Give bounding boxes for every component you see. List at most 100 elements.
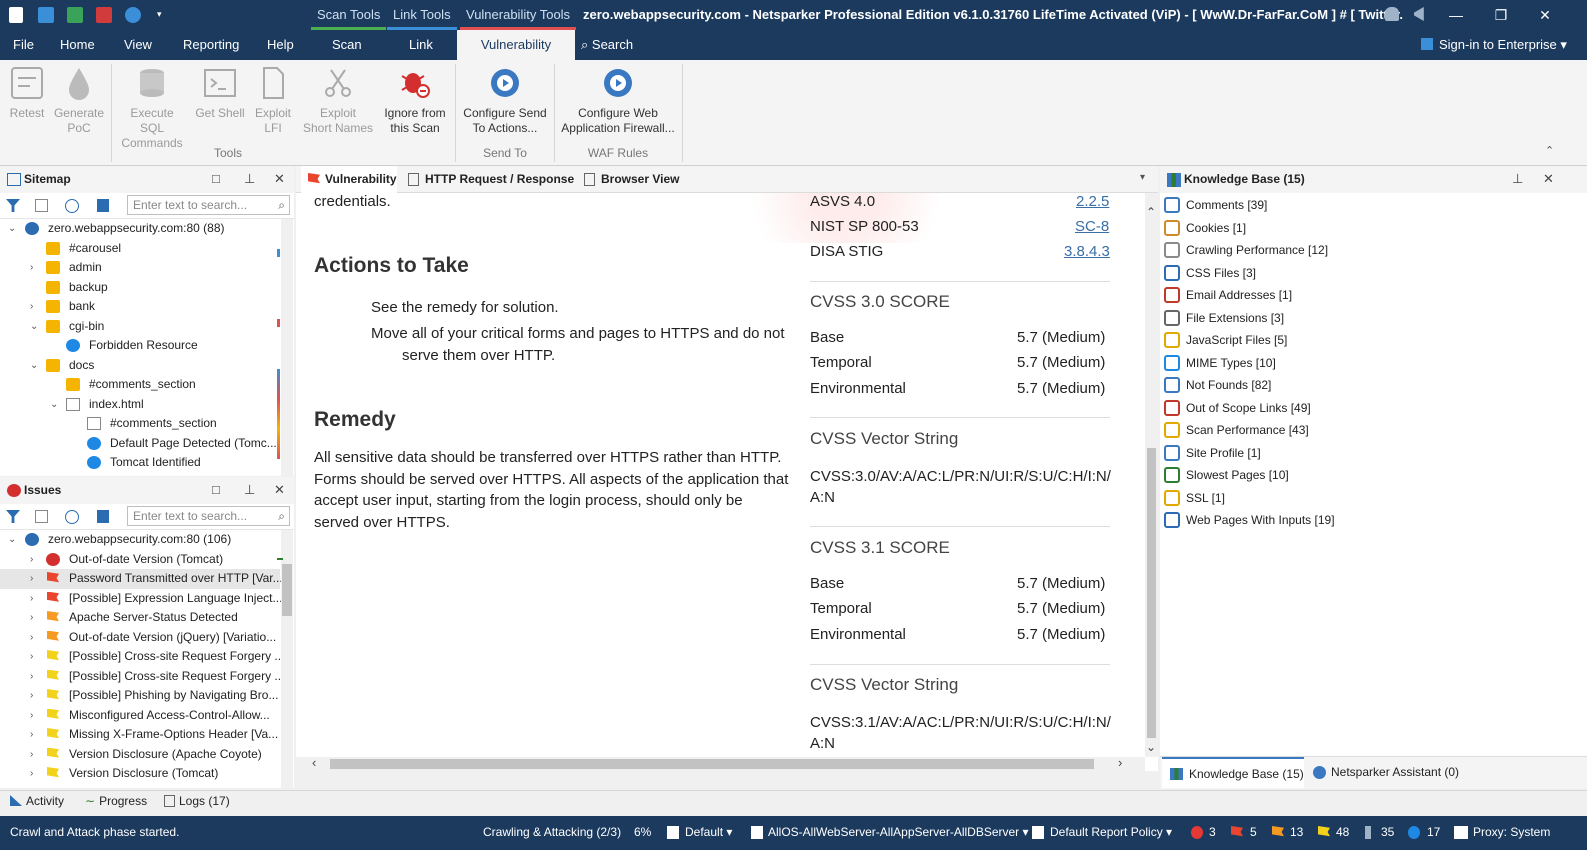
- tab-progress[interactable]: ∼ Progress: [85, 794, 147, 808]
- get-shell-button[interactable]: Get Shell: [194, 66, 246, 121]
- tree-row[interactable]: Default Page Detected (Tomc...: [0, 434, 280, 454]
- grid-options-icon[interactable]: [35, 199, 48, 212]
- tab-help[interactable]: Help: [267, 30, 294, 60]
- tab-vulnerability[interactable]: Vulnerability: [457, 30, 575, 60]
- scrollbar-thumb[interactable]: [282, 564, 292, 616]
- tab-list-dropdown-icon[interactable]: ▾: [1140, 172, 1145, 183]
- issue-row[interactable]: › Out-of-date Version (Tomcat): [0, 550, 280, 570]
- close-panel-icon[interactable]: ✕: [274, 482, 285, 498]
- tree-row[interactable]: ⌄ zero.webappsecurity.com:80 (106): [0, 530, 280, 550]
- close-panel-icon[interactable]: ✕: [1543, 171, 1554, 187]
- collapse-arrow-icon[interactable]: ⌄: [8, 219, 18, 238]
- tree-row[interactable]: › bank: [0, 297, 280, 317]
- issue-row[interactable]: › Out-of-date Version (jQuery) [Variatio.…: [0, 628, 280, 648]
- scan-policy-dropdown[interactable]: Default ▾: [685, 825, 732, 839]
- grid-options-icon[interactable]: [35, 510, 48, 523]
- scroll-down-icon[interactable]: ⌄: [1146, 740, 1156, 754]
- expand-arrow-icon[interactable]: ›: [30, 686, 40, 705]
- scroll-right-icon[interactable]: ›: [1118, 755, 1122, 770]
- float-window-icon[interactable]: □: [212, 482, 220, 497]
- tree-row[interactable]: Tomcat Identified: [0, 453, 280, 473]
- expand-arrow-icon[interactable]: ›: [30, 258, 40, 277]
- expand-arrow-icon[interactable]: ›: [30, 725, 40, 744]
- new-scan-icon[interactable]: [38, 7, 54, 23]
- context-tab-vulnerability-tools[interactable]: Vulnerability Tools: [460, 0, 577, 30]
- detail-horizontal-scrollbar[interactable]: ‹ ›: [296, 755, 1145, 771]
- search-tab[interactable]: ⌕ Search: [581, 30, 633, 60]
- issues-scrollbar[interactable]: [277, 530, 293, 788]
- announcement-icon[interactable]: [1414, 7, 1424, 21]
- view-options-icon[interactable]: [97, 510, 109, 523]
- tab-activity[interactable]: Activity: [10, 794, 64, 808]
- collapse-arrow-icon[interactable]: ⌄: [50, 395, 60, 414]
- issue-row-selected[interactable]: › Password Transmitted over HTTP [Var...: [0, 569, 283, 589]
- sign-in-button[interactable]: Sign-in to Enterprise ▾: [1421, 30, 1567, 60]
- exploit-short-names-button[interactable]: Exploit Short Names: [302, 66, 374, 136]
- issue-row[interactable]: › [Possible] Expression Language Inject..…: [0, 589, 282, 609]
- tab-file[interactable]: File: [13, 30, 34, 60]
- tree-row[interactable]: › admin: [0, 258, 280, 278]
- tab-link[interactable]: Link: [409, 30, 433, 60]
- tab-vulnerability-detail[interactable]: Vulnerability: [301, 166, 397, 193]
- retest-button[interactable]: Retest: [8, 66, 46, 121]
- sitemap-search-input[interactable]: Enter text to search... ⌕: [127, 195, 290, 215]
- tree-row[interactable]: ⌄ index.html: [0, 395, 280, 415]
- minimize-button[interactable]: —: [1433, 0, 1479, 30]
- tree-row[interactable]: ⌄ docs: [0, 356, 280, 376]
- scroll-up-icon[interactable]: ⌃: [1146, 205, 1156, 219]
- exploit-lfi-button[interactable]: Exploit LFI: [253, 66, 293, 136]
- proxy-status[interactable]: Proxy: System: [1473, 825, 1550, 839]
- customize-quick-access-icon[interactable]: ▾: [157, 10, 165, 19]
- profile-dropdown[interactable]: AllOS-AllWebServer-AllAppServer-AllDBSer…: [768, 825, 1029, 839]
- report-policy-dropdown[interactable]: Default Report Policy ▾: [1050, 825, 1172, 839]
- generate-poc-button[interactable]: Generate PoC: [53, 66, 105, 136]
- classification-link[interactable]: SC-8: [1075, 218, 1109, 235]
- tab-view[interactable]: View: [124, 30, 152, 60]
- sort-options-icon[interactable]: [65, 510, 79, 524]
- issue-row[interactable]: › Version Disclosure (Apache Coyote): [0, 745, 280, 765]
- issue-row[interactable]: › [Possible] Cross-site Request Forgery .…: [0, 667, 284, 687]
- issue-row[interactable]: › [Possible] Phishing by Navigating Bro..…: [0, 686, 280, 706]
- context-tab-scan-tools[interactable]: Scan Tools: [311, 0, 387, 30]
- scrollbar-thumb[interactable]: [330, 759, 1094, 769]
- sort-options-icon[interactable]: [65, 199, 79, 213]
- collapse-arrow-icon[interactable]: ⌄: [30, 317, 40, 336]
- expand-arrow-icon[interactable]: ›: [30, 745, 40, 764]
- detail-vertical-scrollbar[interactable]: ⌃ ⌄: [1145, 193, 1158, 757]
- pause-icon[interactable]: [125, 7, 141, 23]
- tree-row[interactable]: #comments_section: [0, 414, 280, 434]
- expand-arrow-icon[interactable]: ›: [30, 297, 40, 316]
- expand-arrow-icon[interactable]: ›: [30, 608, 40, 627]
- expand-arrow-icon[interactable]: ›: [30, 589, 40, 608]
- issue-row[interactable]: › Apache Server-Status Detected: [0, 608, 280, 628]
- pin-icon[interactable]: ⊥: [244, 482, 255, 498]
- sitemap-scrollbar[interactable]: [277, 219, 293, 476]
- expand-arrow-icon[interactable]: ›: [30, 550, 40, 569]
- close-button[interactable]: ✕: [1522, 0, 1568, 30]
- restore-button[interactable]: ❐: [1478, 0, 1524, 30]
- tab-logs[interactable]: Logs (17): [164, 794, 230, 808]
- issue-row[interactable]: › Missing X-Frame-Options Header [Va...: [0, 725, 280, 745]
- notification-bell-icon[interactable]: [1385, 7, 1399, 21]
- expand-arrow-icon[interactable]: ›: [30, 569, 40, 588]
- issue-row[interactable]: › Misconfigured Access-Control-Allow...: [0, 706, 280, 726]
- tab-scan[interactable]: Scan: [332, 30, 362, 60]
- collapse-arrow-icon[interactable]: ⌄: [30, 356, 40, 375]
- view-options-icon[interactable]: [97, 199, 109, 212]
- ignore-from-scan-button[interactable]: Ignore from this Scan: [381, 66, 449, 136]
- float-window-icon[interactable]: □: [212, 171, 220, 186]
- tab-home[interactable]: Home: [60, 30, 95, 60]
- collapse-ribbon-icon[interactable]: ⌃: [1545, 144, 1554, 157]
- expand-arrow-icon[interactable]: ›: [30, 647, 40, 666]
- collapse-arrow-icon[interactable]: ⌄: [8, 530, 18, 549]
- classification-link[interactable]: 2.2.5: [1076, 193, 1109, 210]
- issue-row[interactable]: › Version Disclosure (Tomcat): [0, 764, 280, 784]
- tab-knowledge-base[interactable]: Knowledge Base (15): [1162, 757, 1304, 788]
- filter-icon[interactable]: [6, 510, 20, 523]
- configure-send-to-actions-button[interactable]: Configure Send To Actions...: [461, 66, 549, 136]
- tree-row[interactable]: #comments_section: [0, 375, 280, 395]
- pin-icon[interactable]: ⊥: [244, 171, 255, 187]
- execute-sql-button[interactable]: Execute SQL Commands: [117, 66, 187, 151]
- scrollbar-thumb[interactable]: [1147, 448, 1156, 738]
- tree-row[interactable]: Forbidden Resource: [0, 336, 280, 356]
